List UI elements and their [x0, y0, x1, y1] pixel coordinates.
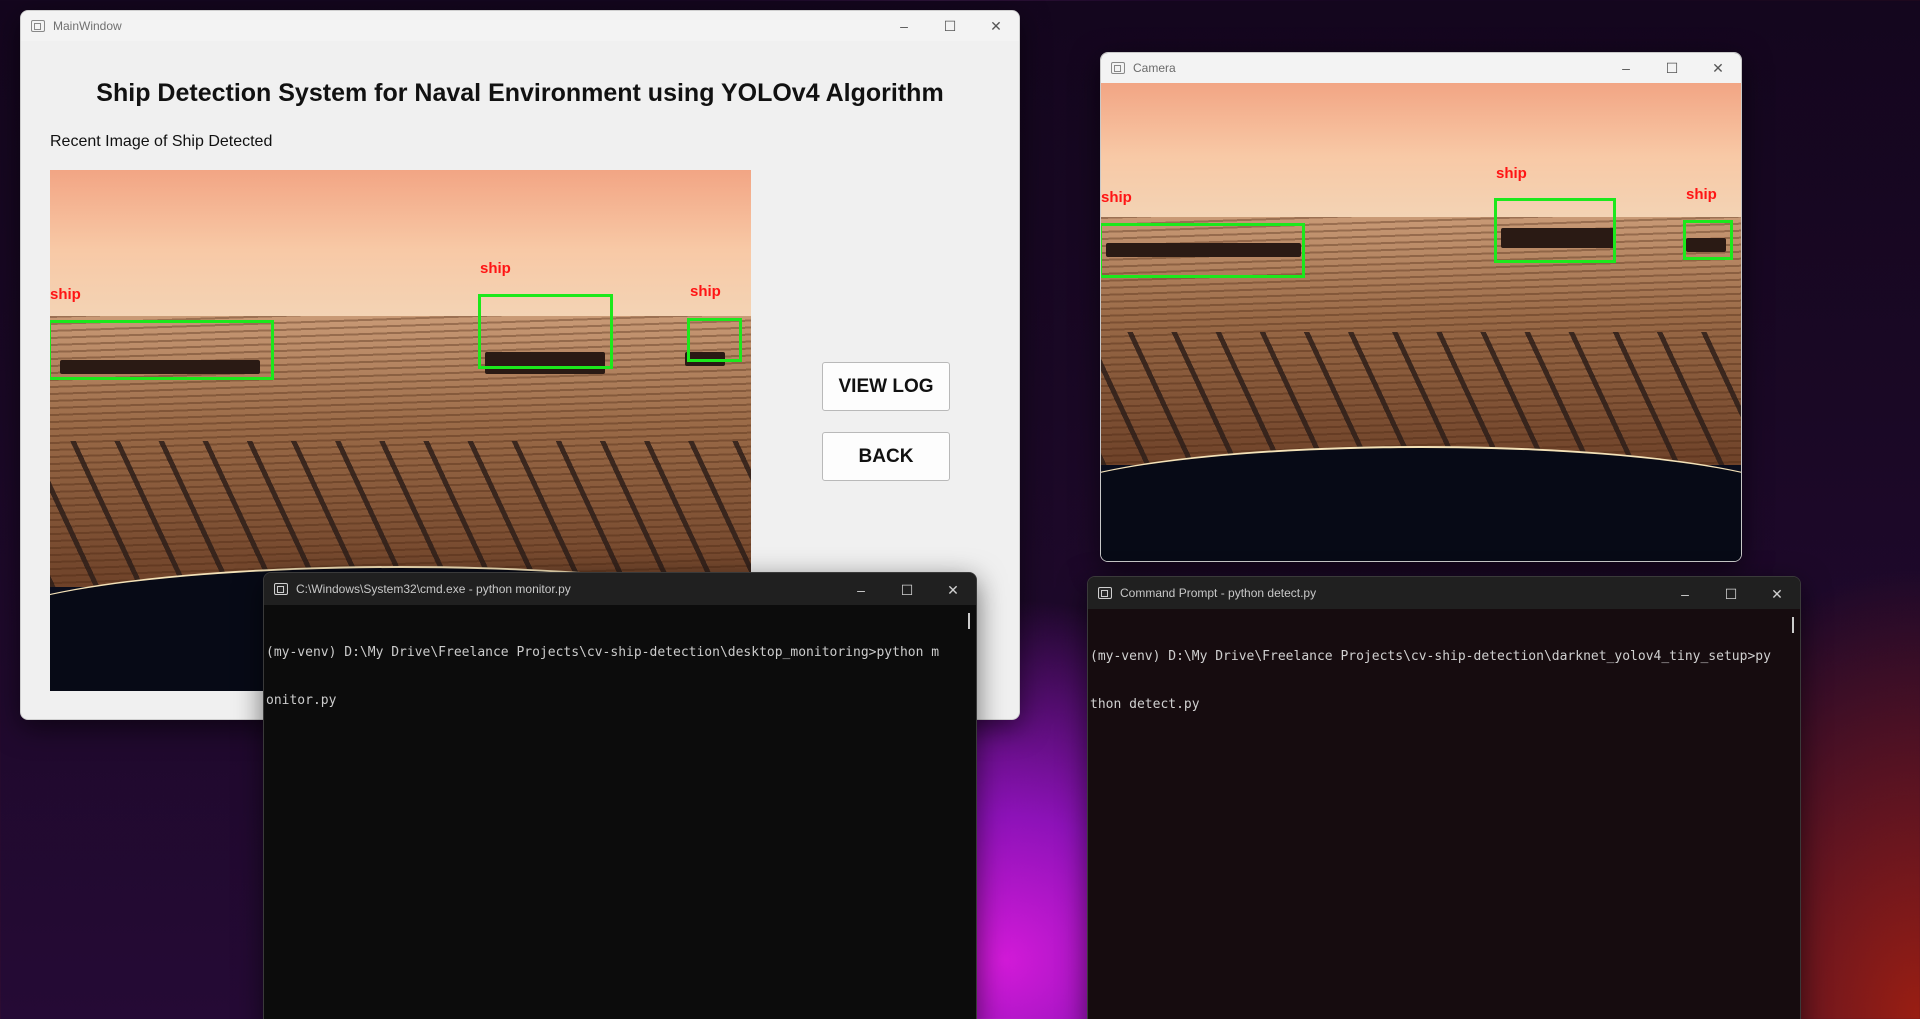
terminal-monitor-title: C:\Windows\System32\cmd.exe - python mon… — [296, 582, 571, 596]
detection-box — [478, 294, 613, 369]
maximize-icon[interactable]: ☐ — [927, 11, 973, 41]
main-window-titlebar[interactable]: MainWindow – ☐ ✕ — [21, 11, 1019, 41]
camera-window-titlebar[interactable]: Camera – ☐ ✕ — [1101, 53, 1741, 83]
minimize-icon[interactable]: – — [881, 11, 927, 41]
recent-image-label: Recent Image of Ship Detected — [50, 133, 273, 150]
camera-feed: ship ship ship — [1101, 83, 1741, 561]
detection-label: ship — [1101, 189, 1132, 206]
detection-label: ship — [480, 260, 511, 277]
minimize-icon[interactable]: – — [838, 574, 884, 606]
detection-box — [687, 318, 742, 362]
close-icon[interactable]: ✕ — [973, 11, 1019, 41]
page-title: Ship Detection System for Naval Environm… — [96, 79, 944, 107]
detection-box — [50, 320, 274, 380]
terminal-line: thon detect.py — [1090, 697, 1200, 712]
close-icon[interactable]: ✕ — [1754, 578, 1800, 610]
detection-label: ship — [1686, 186, 1717, 203]
minimize-icon[interactable]: – — [1603, 53, 1649, 83]
terminal-detect-titlebar[interactable]: Command Prompt - python detect.py – ☐ ✕ — [1088, 577, 1800, 609]
terminal-detect-window: Command Prompt - python detect.py – ☐ ✕ … — [1087, 576, 1801, 1019]
maximize-icon[interactable]: ☐ — [884, 574, 930, 606]
terminal-output[interactable]: (my-venv) D:\My Drive\Freelance Projects… — [1090, 617, 1771, 745]
close-icon[interactable]: ✕ — [930, 574, 976, 606]
app-window-icon — [1111, 62, 1125, 74]
detection-label: ship — [1496, 165, 1527, 182]
camera-window-title: Camera — [1133, 61, 1176, 75]
detection-box — [1494, 198, 1616, 263]
terminal-line: (my-venv) D:\My Drive\Freelance Projects… — [266, 645, 940, 660]
terminal-icon — [1098, 587, 1112, 599]
terminal-line: onitor.py — [266, 693, 337, 708]
terminal-detect-title: Command Prompt - python detect.py — [1120, 586, 1317, 600]
detection-label: ship — [690, 283, 721, 300]
main-window-title: MainWindow — [53, 19, 122, 33]
detection-box — [1683, 220, 1733, 260]
terminal-icon — [274, 583, 288, 595]
terminal-line: (my-venv) D:\My Drive\Freelance Projects… — [1090, 649, 1771, 664]
detection-box — [1101, 223, 1305, 278]
maximize-icon[interactable]: ☐ — [1708, 578, 1754, 610]
maximize-icon[interactable]: ☐ — [1649, 53, 1695, 83]
detection-label: ship — [50, 286, 81, 303]
close-icon[interactable]: ✕ — [1695, 53, 1741, 83]
terminal-monitor-window: C:\Windows\System32\cmd.exe - python mon… — [263, 572, 977, 1019]
view-log-button[interactable]: VIEW LOG — [822, 362, 950, 411]
terminal-output[interactable]: (my-venv) D:\My Drive\Freelance Projects… — [266, 613, 939, 741]
text-cursor — [1792, 617, 1794, 633]
minimize-icon[interactable]: – — [1662, 578, 1708, 610]
text-cursor — [968, 613, 970, 629]
app-window-icon — [31, 20, 45, 32]
back-button[interactable]: BACK — [822, 432, 950, 481]
camera-window: Camera – ☐ ✕ ship ship ship — [1100, 52, 1742, 562]
terminal-monitor-titlebar[interactable]: C:\Windows\System32\cmd.exe - python mon… — [264, 573, 976, 605]
